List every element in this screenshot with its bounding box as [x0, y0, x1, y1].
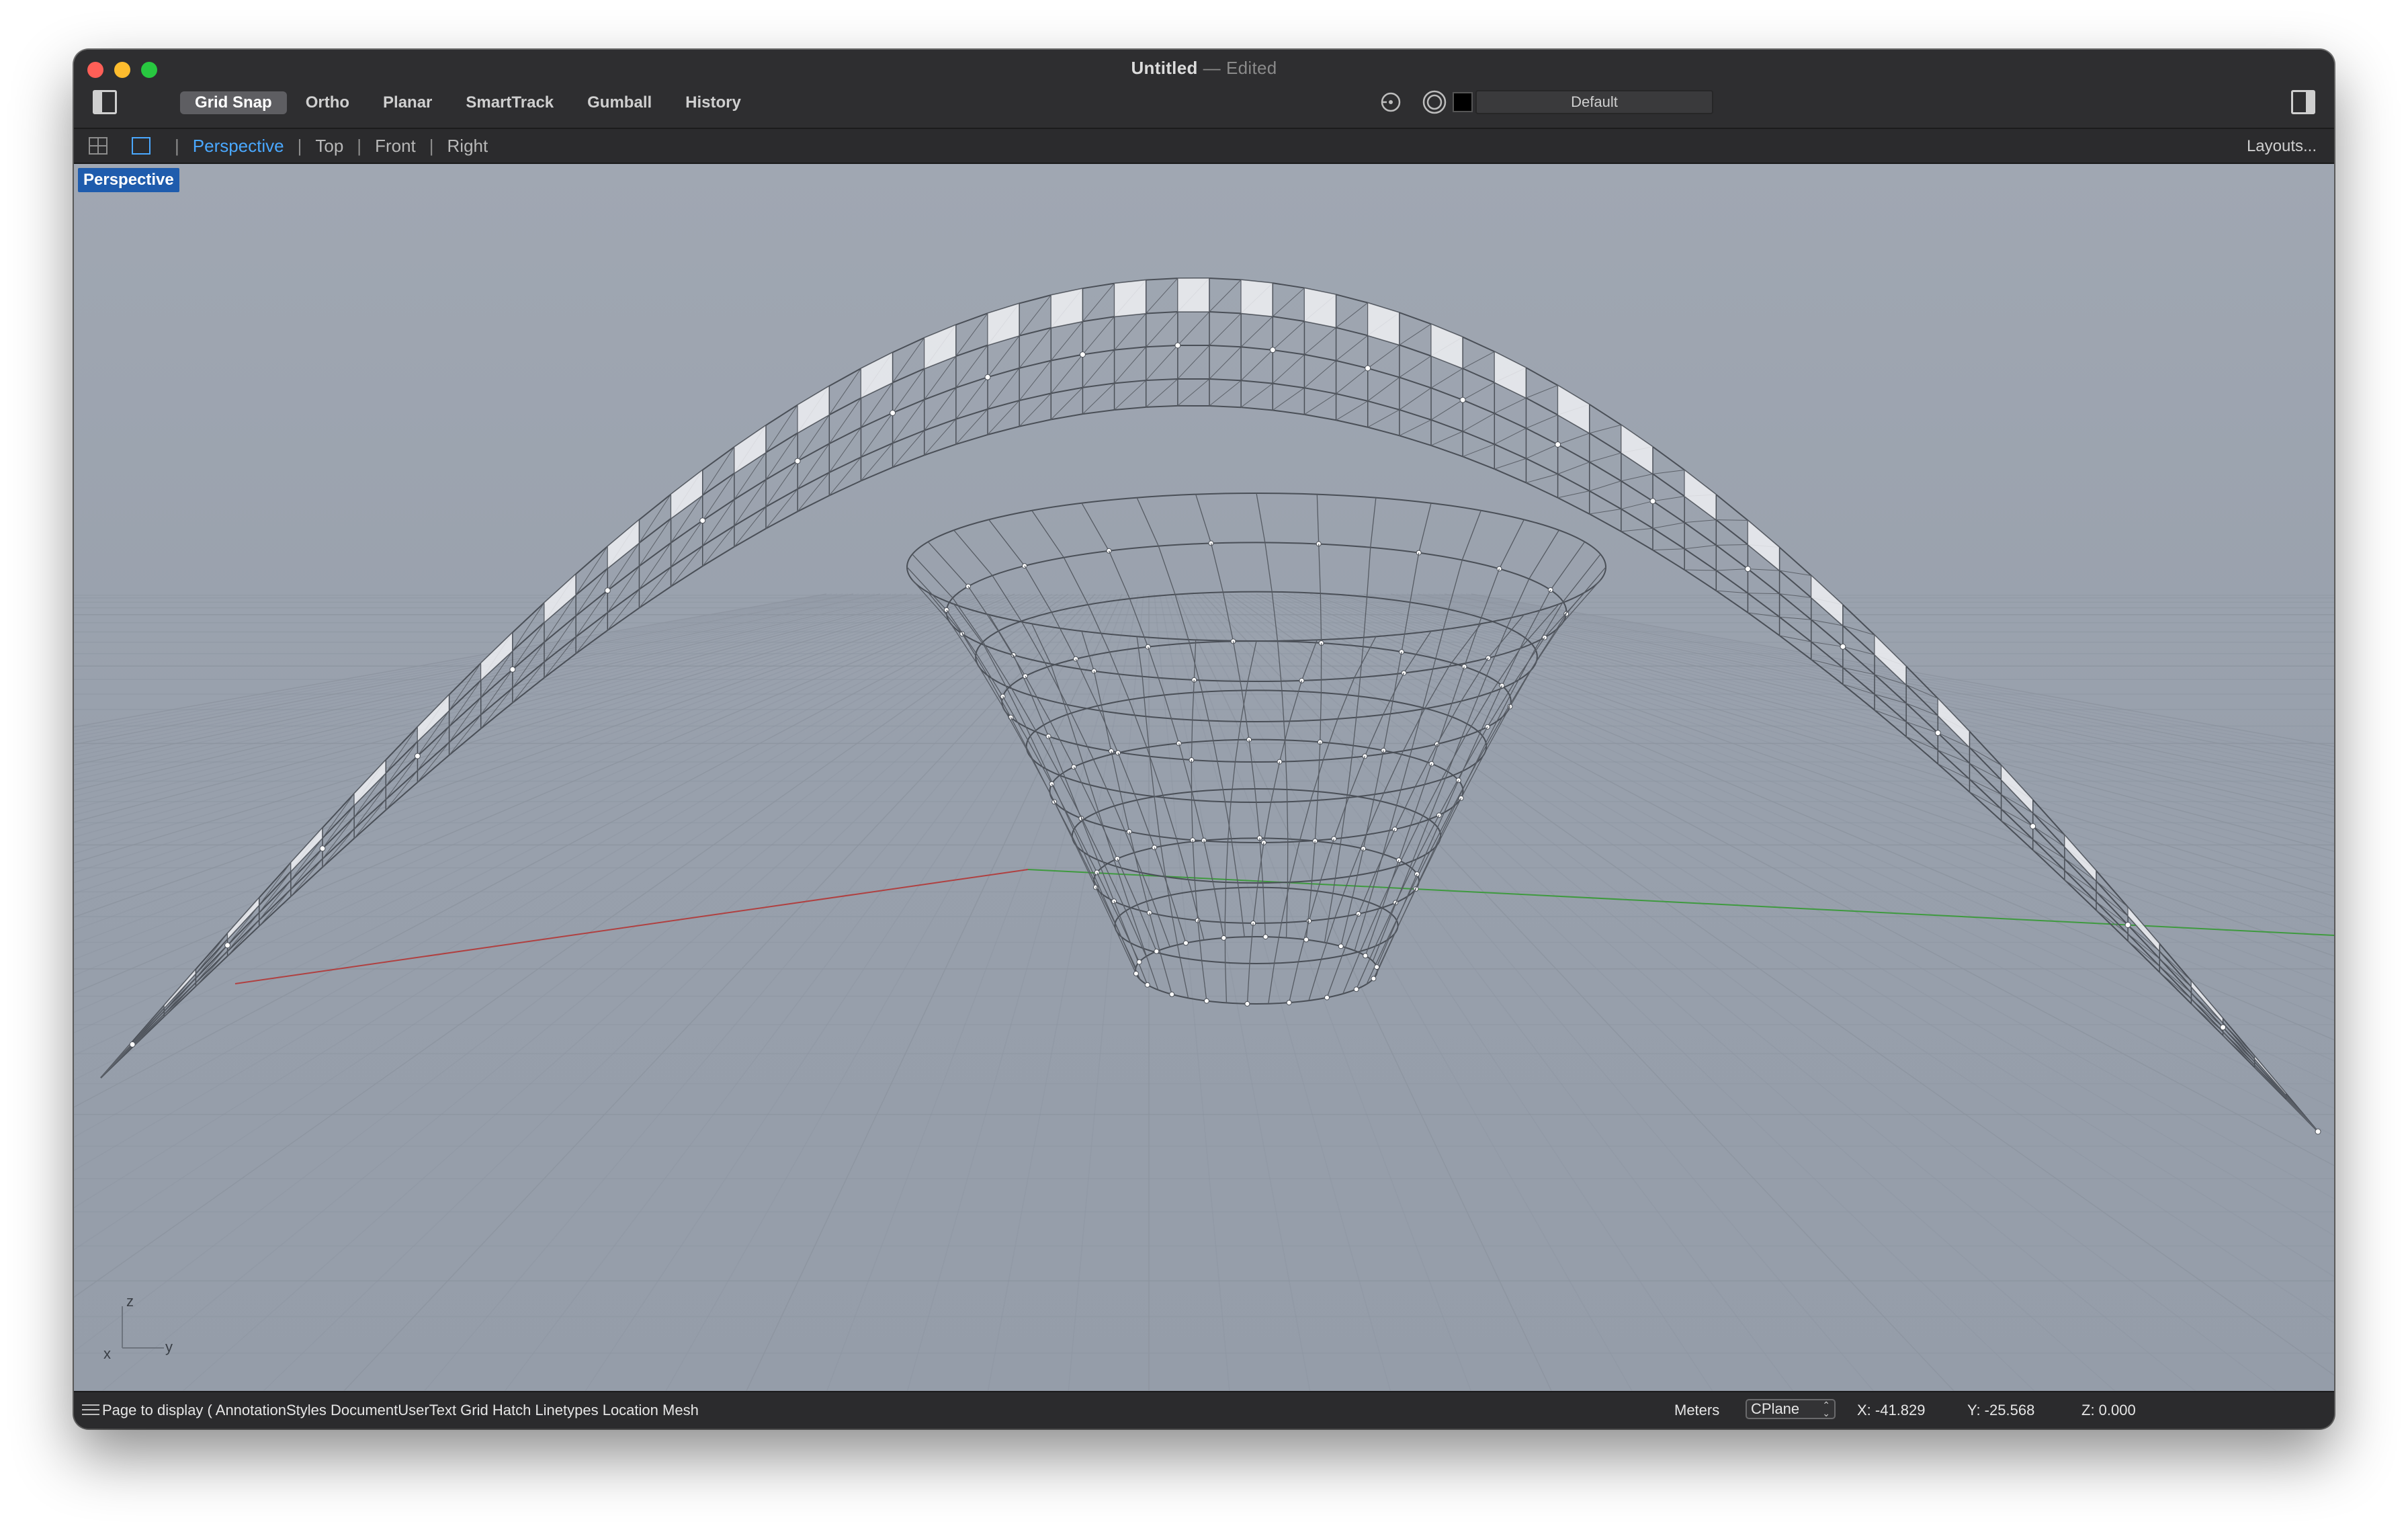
axis-x-label: x	[103, 1345, 111, 1362]
ortho-toggle[interactable]: Ortho	[291, 91, 364, 114]
viewport-tabs: | Perspective | Top | Front | Right	[175, 129, 488, 163]
viewport-background	[74, 164, 2334, 1392]
osnap-target-icon[interactable]	[1380, 91, 1402, 113]
viewport-tab-bar: | Perspective | Top | Front | Right Layo…	[74, 129, 2334, 164]
title-bar: Untitled — Edited Grid Snap Ortho Planar S…	[74, 50, 2334, 129]
tab-right[interactable]: Right	[447, 136, 488, 157]
y-coordinate: Y: -25.568	[1967, 1402, 2035, 1418]
command-prompt[interactable]: Page to display ( AnnotationStyles Docum…	[102, 1402, 699, 1419]
window-title: Untitled — Edited	[74, 58, 2334, 79]
cplane-dropdown[interactable]: CPlane ⌃ ⌄	[1746, 1399, 1836, 1419]
axis-y-label: y	[165, 1339, 173, 1355]
cplane-value: CPlane	[1751, 1400, 1800, 1417]
status-bar: Page to display ( AnnotationStyles Docum…	[74, 1391, 2334, 1429]
filter-circle-icon[interactable]	[1422, 90, 1447, 114]
model-scene[interactable]: z x y	[74, 164, 2334, 1392]
tab-divider: |	[175, 135, 179, 156]
four-viewports-icon[interactable]	[89, 137, 108, 155]
title-separator: —	[1203, 58, 1221, 78]
tab-perspective[interactable]: Perspective	[193, 136, 284, 157]
tab-divider: |	[297, 135, 302, 156]
object-snap-controls: Default	[1380, 90, 1713, 114]
gumball-toggle[interactable]: Gumball	[572, 91, 666, 114]
right-sidebar-toggle-icon[interactable]	[2291, 90, 2315, 114]
perspective-viewport[interactable]: Perspective z x y	[74, 164, 2334, 1392]
smarttrack-toggle[interactable]: SmartTrack	[451, 91, 568, 114]
stepper-arrows-icon: ⌃ ⌄	[1822, 1400, 1830, 1418]
single-viewport-icon[interactable]	[132, 137, 150, 155]
tab-top[interactable]: Top	[315, 136, 343, 157]
z-coordinate: Z: 0.000	[2081, 1402, 2136, 1418]
command-history-icon[interactable]	[82, 1403, 99, 1416]
edited-status: Edited	[1226, 58, 1277, 78]
tab-divider: |	[429, 135, 434, 156]
grid-snap-toggle[interactable]: Grid Snap	[180, 91, 287, 114]
axis-z-label: z	[126, 1293, 134, 1310]
left-sidebar-toggle-icon[interactable]	[93, 90, 117, 114]
rhino-window: Untitled — Edited Grid Snap Ortho Planar S…	[74, 50, 2334, 1429]
history-toggle[interactable]: History	[671, 91, 756, 114]
viewport-title-label[interactable]: Perspective	[78, 168, 179, 192]
x-coordinate: X: -41.829	[1857, 1402, 1926, 1418]
current-layer-dropdown[interactable]: Default	[1475, 90, 1713, 114]
layouts-button[interactable]: Layouts...	[2247, 137, 2317, 156]
tab-front[interactable]: Front	[375, 136, 416, 157]
document-name: Untitled	[1131, 58, 1198, 78]
modeling-aids: Grid Snap Ortho Planar SmartTrack Gumbal…	[180, 91, 760, 114]
units-label[interactable]: Meters	[1674, 1402, 1719, 1419]
layer-color-swatch[interactable]	[1453, 92, 1473, 112]
tab-divider: |	[357, 135, 362, 156]
planar-toggle[interactable]: Planar	[368, 91, 447, 114]
